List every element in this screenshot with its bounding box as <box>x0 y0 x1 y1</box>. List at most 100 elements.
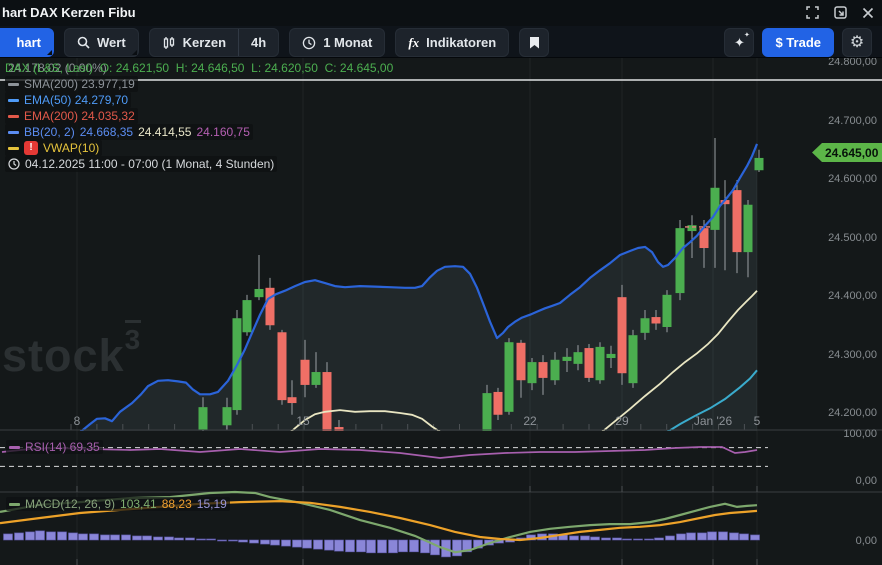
settings-button[interactable]: ⚙ <box>842 28 872 57</box>
legend-ema200[interactable]: EMA(200) 24.035,32 <box>5 108 393 124</box>
macd-histogram-bar <box>581 536 590 540</box>
interval-button[interactable]: 4h <box>239 29 278 56</box>
indicator-axis-label: 100,00 <box>807 428 877 440</box>
rsi-label[interactable]: RSI(14) 69,35 <box>6 440 103 454</box>
macd-histogram-bar <box>90 534 99 540</box>
fullscreen-icon[interactable] <box>806 6 819 19</box>
chart-window: stock3 24.178,02 (0.00%) DAX (L&S, Last)… <box>0 0 882 565</box>
macd-histogram-bar <box>69 533 78 540</box>
candle <box>323 372 332 431</box>
macd-histogram-bar <box>101 535 110 540</box>
macd-label[interactable]: MACD(12, 26, 9) 103,41 88,23 15,19 <box>6 497 230 511</box>
time-axis-label: 5 <box>754 414 761 428</box>
candlestick-icon <box>162 36 176 50</box>
range-button[interactable]: 1 Monat <box>289 28 385 57</box>
candle <box>551 360 560 380</box>
trade-button[interactable]: $ Trade <box>762 28 834 57</box>
legend-vwap[interactable]: ! VWAP(10) <box>5 140 393 156</box>
price-axis-label: 24.500,00 <box>807 232 877 244</box>
chart-legend: 24.178,02 (0.00%) DAX (L&S, Last) O: 24.… <box>5 60 393 172</box>
macd-histogram-bar <box>410 540 419 552</box>
legend-symbol-ohlc[interactable]: DAX (L&S, Last) O: 24.621,50 H: 24.646,5… <box>5 60 393 76</box>
indicators-button[interactable]: fx Indikatoren <box>395 28 509 57</box>
legend-sma200[interactable]: SMA(200) 23.977,19 <box>5 76 393 92</box>
macd-histogram-bar <box>666 536 675 540</box>
macd-histogram-bar <box>751 535 760 540</box>
legend-ema50[interactable]: EMA(50) 24.279,70 <box>5 92 393 108</box>
candle <box>223 407 232 425</box>
bb-fill <box>80 144 757 432</box>
candle <box>688 225 697 231</box>
macd-histogram-bar <box>197 539 206 540</box>
candle <box>641 318 650 333</box>
vwap-error-icon[interactable]: ! <box>24 141 38 155</box>
indicator-axis-label: 0,00 <box>807 535 877 547</box>
candle <box>517 343 526 380</box>
macd-histogram-bar <box>26 532 35 540</box>
gear-icon: ⚙ <box>850 35 864 51</box>
macd-histogram-bar <box>591 537 600 540</box>
popout-icon[interactable] <box>834 6 847 19</box>
macd-histogram-bar <box>453 540 462 556</box>
candle <box>539 362 548 378</box>
rsi-swatch <box>9 446 20 449</box>
symbol-search-button[interactable]: Wert <box>64 28 139 57</box>
stock3-watermark: stock3 <box>2 330 141 382</box>
macd-histogram-bar <box>133 536 142 540</box>
macd-histogram-bar <box>36 531 45 540</box>
macd-histogram-bar <box>325 540 334 550</box>
macd-histogram-bar <box>570 536 579 540</box>
ai-assistant-button[interactable]: ✦✦ <box>724 28 754 57</box>
close-icon[interactable] <box>862 7 874 19</box>
candle <box>663 295 672 327</box>
time-axis-label: 29 <box>615 414 628 428</box>
macd-histogram-bar <box>357 540 366 552</box>
legend-symbol-row: 24.178,02 (0.00%) DAX (L&S, Last) O: 24.… <box>5 60 393 76</box>
price-axis-label: 24.200,00 <box>807 407 877 419</box>
macd-histogram-bar <box>389 540 398 553</box>
chart-tab-button[interactable]: hart <box>0 28 54 57</box>
candle <box>528 362 537 383</box>
macd-histogram-bar <box>655 538 664 540</box>
macd-histogram-bar <box>634 539 643 540</box>
candle <box>596 347 605 380</box>
candle <box>563 357 572 361</box>
ema200-swatch <box>8 115 19 118</box>
candle <box>755 158 764 170</box>
macd-histogram-bar <box>79 534 88 540</box>
bookmark-button[interactable] <box>519 28 549 57</box>
fx-icon: fx <box>408 35 419 51</box>
candle <box>629 335 638 383</box>
macd-histogram-bar <box>740 534 749 540</box>
candle <box>574 352 583 364</box>
macd-histogram-bar <box>47 532 56 540</box>
macd-histogram-bar <box>602 538 611 540</box>
time-axis-label: 22 <box>523 414 536 428</box>
candle <box>243 300 252 332</box>
macd-histogram-bar <box>399 540 408 552</box>
page-title: hart DAX Kerzen Fibu <box>2 5 136 20</box>
macd-histogram-bar <box>719 532 728 540</box>
macd-histogram-bar <box>122 535 131 540</box>
legend-timerange: 04.12.2025 11:00 - 07:00 (1 Monat, 4 Stu… <box>5 156 393 172</box>
macd-histogram-bar <box>293 540 302 547</box>
bookmark-icon <box>529 36 540 49</box>
macd-histogram-bar <box>346 540 355 552</box>
ema50-swatch <box>8 99 19 102</box>
price-axis-label: 24.300,00 <box>807 349 877 361</box>
search-icon <box>77 36 90 49</box>
macd-histogram-bar <box>175 538 184 540</box>
chart-type-button[interactable]: Kerzen <box>150 29 238 56</box>
clock-icon <box>8 158 20 170</box>
candle <box>199 407 208 430</box>
macd-histogram-bar <box>698 533 707 540</box>
macd-histogram-bar <box>4 534 13 540</box>
legend-bb[interactable]: BB(20, 2) 24.668,35 24.414,55 24.160,75 <box>5 124 393 140</box>
macd-histogram-bar <box>687 533 696 540</box>
macd-histogram-bar <box>229 540 238 541</box>
candle <box>585 348 594 378</box>
macd-histogram-bar <box>239 540 248 542</box>
macd-swatch <box>9 503 20 506</box>
macd-histogram-bar <box>186 538 195 540</box>
time-axis-label: Jan '26 <box>694 414 732 428</box>
